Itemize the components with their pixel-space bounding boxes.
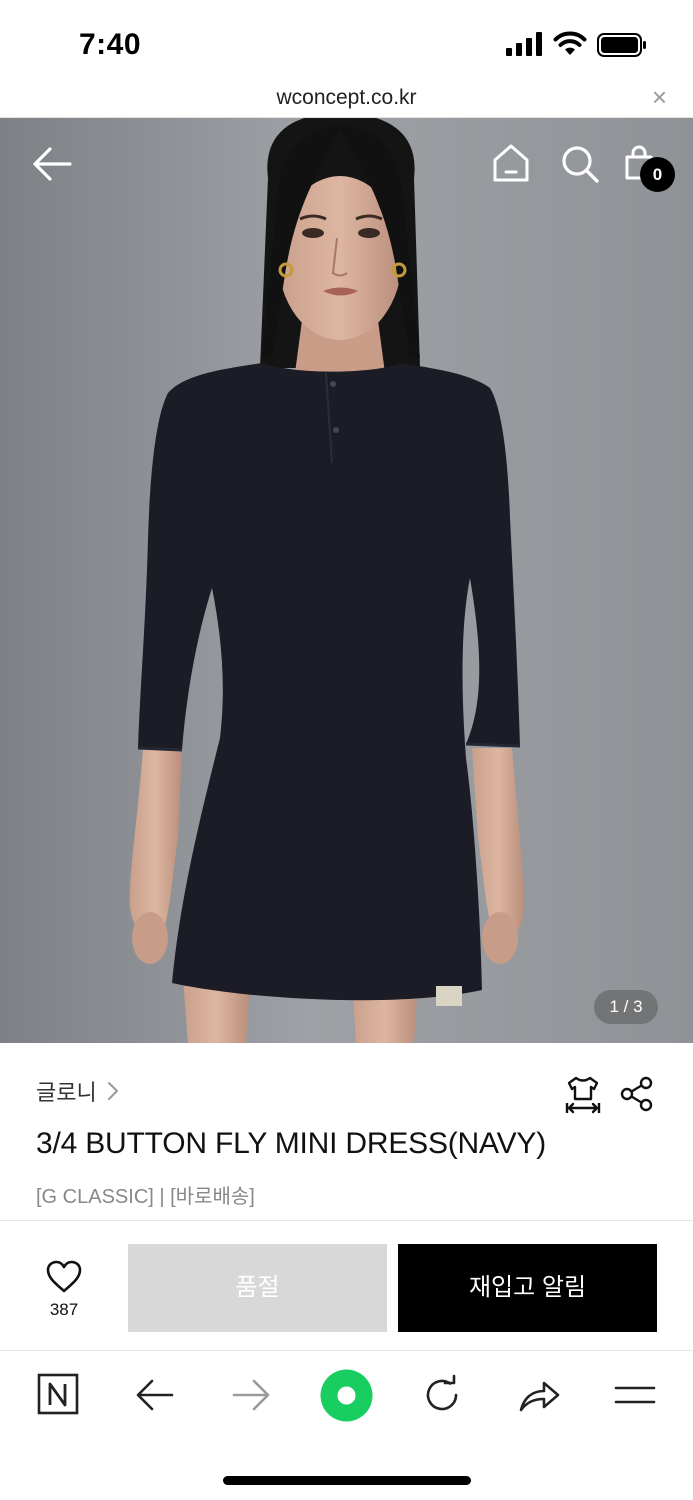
wifi-icon bbox=[553, 31, 587, 55]
cellular-signal-icon bbox=[506, 32, 542, 56]
soldout-button: 품절 bbox=[128, 1244, 387, 1332]
naver-n-icon[interactable] bbox=[36, 1372, 82, 1418]
back-icon[interactable] bbox=[132, 1372, 178, 1418]
share-forward-icon[interactable] bbox=[516, 1372, 562, 1418]
like-count: 387 bbox=[49, 1300, 79, 1319]
battery-icon bbox=[597, 33, 646, 57]
forward-icon[interactable] bbox=[228, 1372, 274, 1418]
home-icon[interactable] bbox=[491, 142, 531, 184]
product-image[interactable]: 0 1 / 3 bbox=[0, 118, 693, 1043]
product-photo bbox=[0, 118, 693, 1043]
size-guide-icon[interactable] bbox=[563, 1075, 603, 1115]
restock-alert-button[interactable]: 재입고 알림 bbox=[398, 1244, 657, 1332]
product-tags: [G CLASSIC] | [바로배송] bbox=[36, 1186, 255, 1208]
chevron-right-icon bbox=[107, 1082, 118, 1100]
close-icon[interactable]: × bbox=[652, 84, 667, 110]
cart-count-badge[interactable]: 0 bbox=[640, 157, 675, 192]
heart-icon[interactable] bbox=[46, 1260, 82, 1294]
share-icon[interactable] bbox=[619, 1076, 655, 1112]
brand-name[interactable]: 글로니 bbox=[36, 1075, 97, 1107]
divider bbox=[0, 1350, 693, 1351]
status-time: 7:40 bbox=[79, 28, 142, 61]
image-page-indicator: 1 / 3 bbox=[594, 990, 658, 1024]
home-indicator[interactable] bbox=[223, 1476, 471, 1485]
product-title: 3/4 BUTTON FLY MINI DRESS(NAVY) bbox=[36, 1127, 547, 1160]
url-bar[interactable]: wconcept.co.kr × bbox=[0, 84, 693, 118]
like-button[interactable]: 387 bbox=[40, 1258, 88, 1324]
brand-link[interactable]: 글로니 bbox=[36, 1075, 119, 1107]
search-icon[interactable] bbox=[559, 144, 601, 184]
green-circle-icon[interactable] bbox=[320, 1369, 373, 1422]
divider bbox=[0, 1220, 693, 1221]
url-text[interactable]: wconcept.co.kr bbox=[0, 86, 693, 110]
menu-icon[interactable] bbox=[612, 1372, 658, 1418]
reload-icon[interactable] bbox=[419, 1372, 465, 1418]
status-bar: 7:40 bbox=[0, 0, 693, 84]
back-arrow-icon[interactable] bbox=[30, 144, 74, 184]
